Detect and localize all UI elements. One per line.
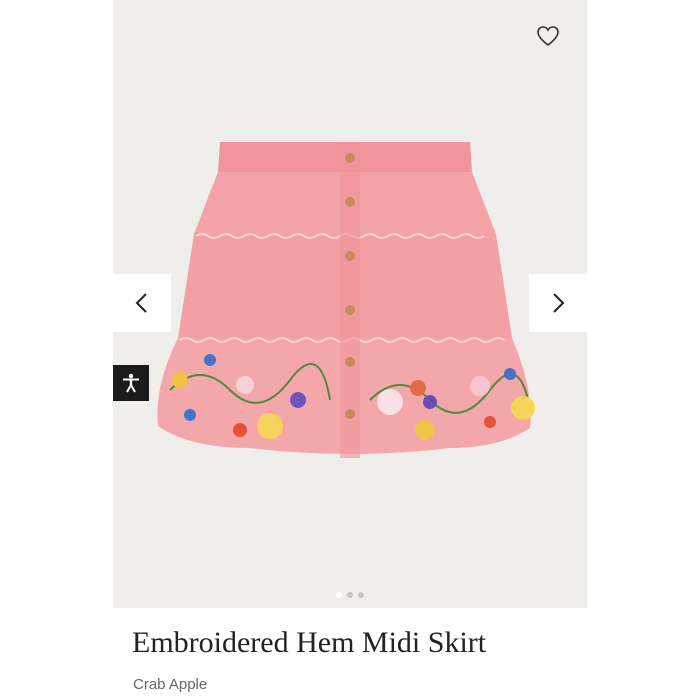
chevron-right-icon [553,293,565,313]
product-color-name: Crab Apple [133,676,208,693]
carousel-dot[interactable] [347,592,353,598]
heart-outline-icon [537,26,559,47]
carousel-pagination [0,592,700,600]
next-image-button[interactable] [529,274,587,332]
accessibility-button[interactable] [113,365,149,401]
product-image-skirt [157,142,535,458]
previous-image-button[interactable] [113,274,171,332]
accessibility-person-icon [123,373,139,393]
wishlist-button[interactable] [528,16,568,56]
carousel-dot[interactable] [336,592,342,598]
chevron-left-icon [135,293,147,313]
product-title: Embroidered Hem Midi Skirt [132,626,487,659]
carousel-dot[interactable] [358,592,364,598]
